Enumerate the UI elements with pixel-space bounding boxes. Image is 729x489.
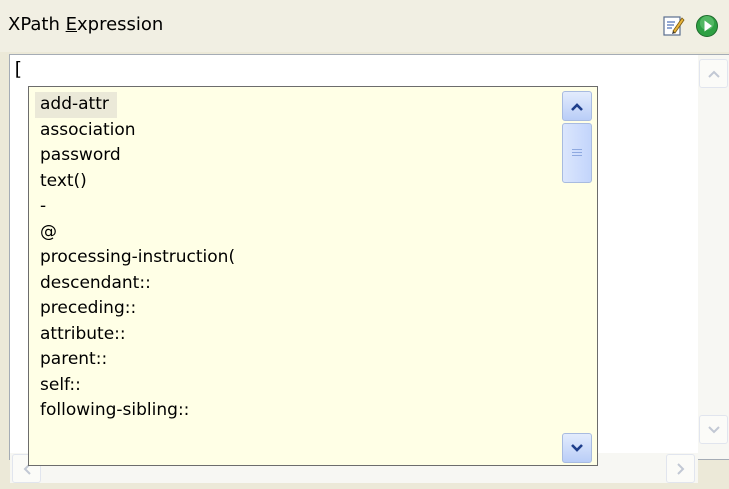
- autocomplete-item[interactable]: self::: [35, 373, 557, 399]
- popup-scroll-up-button[interactable]: [562, 91, 592, 121]
- autocomplete-item-label: self::: [40, 374, 81, 395]
- autocomplete-list[interactable]: add-attr association password text() - @ proce…: [35, 92, 557, 424]
- autocomplete-item-label: attribute::: [40, 323, 126, 344]
- editor-scroll-down-button[interactable]: [699, 415, 728, 444]
- autocomplete-item-label: association: [40, 119, 136, 140]
- autocomplete-item-label: @: [40, 221, 57, 242]
- grip-icon: [572, 148, 582, 158]
- autocomplete-item-label: processing-instruction(: [40, 247, 236, 267]
- autocomplete-item-label: descendant::: [40, 272, 151, 293]
- autocomplete-item[interactable]: @: [35, 220, 557, 246]
- autocomplete-item[interactable]: preceding::: [35, 296, 557, 322]
- autocomplete-item-label: add-attr: [35, 92, 117, 118]
- autocomplete-item[interactable]: processing-instruction(: [35, 245, 557, 271]
- autocomplete-item[interactable]: association: [35, 118, 557, 144]
- autocomplete-item[interactable]: add-attr: [35, 92, 557, 118]
- edit-icon: [663, 16, 685, 36]
- edit-expression-button[interactable]: [660, 12, 688, 40]
- panel-title: XPath Expression: [8, 14, 164, 35]
- chevron-down-icon: [707, 425, 720, 433]
- editor-scroll-up-button[interactable]: [699, 59, 728, 88]
- chevron-right-icon: [676, 462, 684, 475]
- autocomplete-popup[interactable]: add-attr association password text() - @ proce…: [28, 86, 598, 466]
- autocomplete-item[interactable]: password: [35, 143, 557, 169]
- run-expression-button[interactable]: [693, 12, 721, 40]
- autocomplete-item-label: parent::: [40, 349, 108, 369]
- autocomplete-item[interactable]: text(): [35, 169, 557, 195]
- autocomplete-item[interactable]: descendant::: [35, 271, 557, 297]
- autocomplete-item-label: following-sibling::: [40, 400, 190, 420]
- expression-header: XPath Expression: [0, 0, 729, 52]
- run-icon: [696, 15, 718, 37]
- editor-vertical-scrollbar[interactable]: [698, 55, 729, 459]
- autocomplete-item-label: password: [40, 145, 121, 165]
- autocomplete-item-label: text(): [40, 170, 87, 191]
- autocomplete-item[interactable]: parent::: [35, 347, 557, 373]
- editor-text: [: [12, 58, 24, 80]
- autocomplete-item[interactable]: attribute::: [35, 322, 557, 348]
- chevron-up-icon: [571, 102, 583, 111]
- chevron-down-icon: [571, 443, 583, 452]
- autocomplete-item-label: -: [40, 196, 47, 216]
- popup-scroll-thumb[interactable]: [562, 123, 592, 183]
- editor-scroll-right-button[interactable]: [666, 454, 695, 483]
- autocomplete-item-label: preceding::: [40, 298, 137, 318]
- popup-scroll-down-button[interactable]: [562, 433, 592, 463]
- chevron-up-icon: [707, 70, 720, 78]
- autocomplete-item[interactable]: -: [35, 194, 557, 220]
- popup-scrollbar[interactable]: [562, 91, 593, 463]
- autocomplete-item[interactable]: following-sibling::: [35, 398, 557, 424]
